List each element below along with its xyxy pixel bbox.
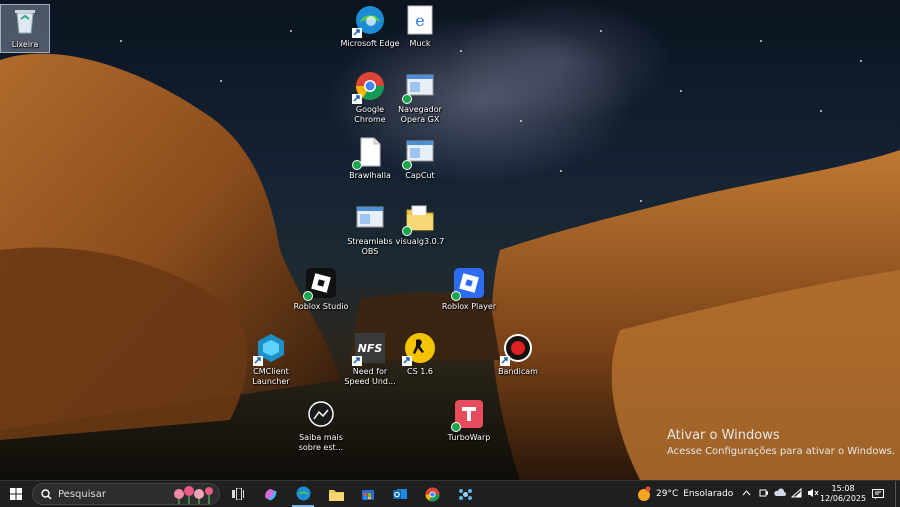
notification-icon <box>872 488 884 499</box>
desktop-icon-roblox-player[interactable]: Roblox Player <box>438 267 500 312</box>
folder-icon <box>402 202 436 236</box>
taskbar-search[interactable]: Pesquisar <box>32 483 220 505</box>
desktop-icon-label: Muck <box>409 39 431 48</box>
network-icon[interactable] <box>790 487 802 501</box>
flowers-decoration-icon <box>174 486 213 504</box>
search-icon <box>41 489 52 500</box>
clock-date: 12/06/2025 <box>820 494 867 503</box>
copilot-button[interactable] <box>260 481 280 507</box>
desktop-icon-label: Roblox Player <box>441 302 497 311</box>
desktop-icon-lixeira[interactable]: Lixeira <box>0 4 50 53</box>
edge-icon <box>296 486 310 500</box>
clock-time: 15:08 <box>831 484 855 493</box>
taskbar-chrome-button[interactable] <box>421 481 443 507</box>
task-view-icon <box>232 488 244 500</box>
weather-widget[interactable]: 29°C Ensolarado <box>636 481 733 507</box>
taskbar-edge-button[interactable] <box>292 481 314 507</box>
desktop-icon-label: Bandicam <box>498 367 538 376</box>
outlook-icon <box>393 489 407 499</box>
nfs-icon: NFS <box>352 332 386 366</box>
store-icon <box>362 490 374 500</box>
taskbar-store-button[interactable] <box>357 481 379 507</box>
search-placeholder: Pesquisar <box>58 489 106 500</box>
desktop-icon-learn-more[interactable]: Saiba mais sobre est... <box>290 398 352 453</box>
window-shortcut-icon <box>402 70 436 104</box>
desktop-icon-cmclient[interactable]: CMClient Launcher <box>240 332 302 387</box>
edge-icon <box>352 4 386 38</box>
file-explorer-icon <box>328 489 344 501</box>
chrome-icon <box>425 487 439 501</box>
desktop-icon-label: visualg3.0.7 <box>395 237 445 246</box>
svg-text:NFS: NFS <box>358 342 383 355</box>
learn-more-icon <box>305 398 337 430</box>
activation-title: Ativar o Windows <box>667 428 780 443</box>
onedrive-icon[interactable] <box>774 488 786 500</box>
taskbar-explorer-button[interactable] <box>325 481 347 507</box>
ie-icon: e <box>404 4 436 36</box>
desktop-icon-label: CS 1.6 <box>407 367 433 376</box>
svg-text:e: e <box>415 11 424 30</box>
desktop-icon-label: Lixeira <box>11 40 39 49</box>
weather-temp: 29°C <box>656 489 679 499</box>
chrome-icon <box>352 70 386 104</box>
notifications-button[interactable] <box>868 481 888 507</box>
recycle-bin-icon <box>9 5 41 37</box>
roblox-player-icon <box>451 267 485 301</box>
window-shortcut-icon <box>402 136 436 170</box>
weather-condition: Ensolarado <box>683 489 734 499</box>
desktop-icon-label: Roblox Studio <box>293 302 349 311</box>
meet-icon[interactable] <box>759 488 769 501</box>
windows-activation-watermark: Ativar o Windows Acesse Configurações pa… <box>667 428 895 457</box>
clock[interactable]: 15:08 12/06/2025 <box>820 481 866 507</box>
system-tray <box>742 481 827 507</box>
desktop-icon-opera-gx[interactable]: Navegador Opera GX <box>389 70 451 125</box>
desktop-icon-label: Saiba mais sobre est... <box>298 433 344 452</box>
desktop-icon-label: Navegador Opera GX <box>398 105 442 124</box>
desktop-icon-capcut[interactable]: CapCut <box>389 136 451 181</box>
bandicam-icon <box>500 332 534 366</box>
sun-icon <box>638 486 651 501</box>
window-shortcut-icon <box>354 202 386 234</box>
volume-muted-icon[interactable] <box>807 488 819 501</box>
desktop-icon-turbowarp[interactable]: TurboWarp <box>438 398 500 443</box>
cs-icon <box>402 332 436 366</box>
roblox-studio-icon <box>303 267 337 301</box>
activation-subtitle: Acesse Configurações para ativar o Windo… <box>667 446 896 457</box>
desktop-icon-muck[interactable]: e Muck <box>389 4 451 49</box>
cmclient-icon <box>253 332 287 366</box>
windows-logo-icon <box>10 488 22 500</box>
desktop-icon-bandicam[interactable]: Bandicam <box>487 332 549 377</box>
desktop[interactable]: Lixeira Microsoft Edge e Muck Google Chr… <box>0 0 900 480</box>
chevron-up-icon[interactable] <box>742 489 751 499</box>
task-view-button[interactable] <box>228 481 248 507</box>
taskbar-outlook-button[interactable] <box>389 481 411 507</box>
show-desktop-button[interactable] <box>895 481 900 507</box>
desktop-icon-visualg[interactable]: visualg3.0.7 <box>389 202 451 247</box>
taskbar-app-button[interactable] <box>454 481 476 507</box>
desktop-icon-label: CapCut <box>405 171 435 180</box>
desktop-icon-label: CMClient Launcher <box>252 367 290 386</box>
desktop-icon-cs[interactable]: CS 1.6 <box>389 332 451 377</box>
desktop-icon-roblox-studio[interactable]: Roblox Studio <box>290 267 352 312</box>
copilot-icon <box>265 489 277 501</box>
blank-file-icon <box>352 136 386 170</box>
desktop-icon-label: TurboWarp <box>447 433 491 442</box>
taskbar: Pesquisar 29°C Ensolarado 15:08 12/06/20… <box>0 480 900 507</box>
turbowarp-icon <box>451 398 485 432</box>
app-icon <box>458 488 472 500</box>
start-button[interactable] <box>4 481 28 507</box>
